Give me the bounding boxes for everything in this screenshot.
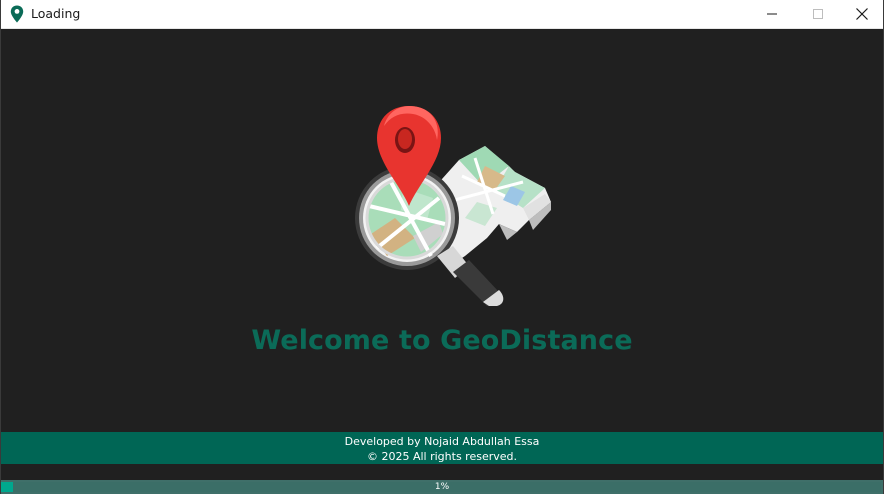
maximize-icon	[813, 9, 823, 19]
spacer	[1, 464, 883, 480]
maximize-button[interactable]	[795, 0, 841, 28]
splash-content: Welcome to GeoDistance	[1, 29, 883, 432]
copyright-notice: © 2025 All rights reserved.	[366, 450, 518, 463]
close-icon	[856, 8, 868, 20]
close-button[interactable]	[839, 0, 884, 28]
loading-progress-bar: 1%	[1, 480, 883, 494]
minimize-button[interactable]	[749, 0, 795, 28]
welcome-heading: Welcome to GeoDistance	[251, 325, 633, 356]
window-title: Loading	[31, 6, 81, 21]
map-pin-icon	[10, 5, 24, 23]
minimize-icon	[767, 13, 777, 15]
title-bar[interactable]: Loading	[1, 0, 883, 29]
footer-banner: Developed by Nojaid Abdullah Essa © 2025…	[1, 432, 883, 464]
loading-window: Loading Welcome to GeoDistance Developed…	[0, 0, 884, 494]
progress-label: 1%	[434, 482, 450, 492]
map-magnifier-icon	[347, 106, 557, 306]
developer-credit: Developed by Nojaid Abdullah Essa	[344, 435, 540, 448]
